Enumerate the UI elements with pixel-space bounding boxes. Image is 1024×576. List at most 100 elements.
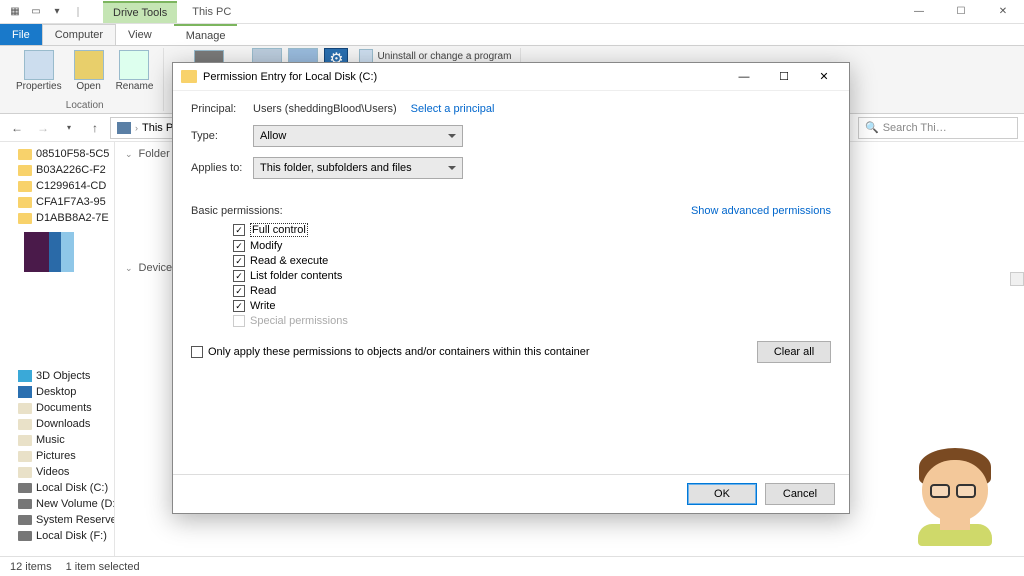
checkbox-only-apply[interactable]: Only apply these permissions to objects … xyxy=(191,346,590,358)
checkbox-write[interactable]: ✓Write xyxy=(233,300,831,312)
tree-item[interactable]: Documents xyxy=(0,400,114,416)
status-count: 12 items xyxy=(10,561,52,573)
tree-label: New Volume (D: xyxy=(36,498,115,510)
clear-all-button[interactable]: Clear all xyxy=(757,341,831,363)
recent-dropdown[interactable]: ▾ xyxy=(58,117,80,139)
window-title: This PC xyxy=(192,6,231,18)
show-advanced-link[interactable]: Show advanced permissions xyxy=(691,205,831,217)
videos-icon xyxy=(18,467,32,478)
tree-item[interactable]: Local Disk (C:) xyxy=(0,480,114,496)
tree-item[interactable]: Pictures xyxy=(0,448,114,464)
qat-properties-icon[interactable]: ▭ xyxy=(27,3,45,21)
tree-item[interactable]: Desktop xyxy=(0,384,114,400)
tab-file[interactable]: File xyxy=(0,24,42,45)
qat-separator: ｜ xyxy=(69,3,87,21)
rename-icon xyxy=(119,50,149,80)
tree-label: Pictures xyxy=(36,450,76,462)
group-label: Location xyxy=(66,100,104,111)
close-button[interactable]: ✕ xyxy=(982,0,1024,24)
principal-value: Users (sheddingBlood\Users) xyxy=(253,103,397,115)
search-icon: 🔍 xyxy=(865,121,879,134)
avatar xyxy=(910,442,1000,542)
checkbox-icon xyxy=(233,315,245,327)
checkbox-label: Only apply these permissions to objects … xyxy=(208,346,590,358)
search-input[interactable]: 🔍 Search Thi… xyxy=(858,117,1018,139)
tree-item[interactable]: CFA1F7A3-95 xyxy=(0,194,114,210)
drive-icon xyxy=(18,483,32,493)
tree-label: 3D Objects xyxy=(36,370,90,382)
tab-manage[interactable]: Manage xyxy=(174,24,238,45)
tree-label: Desktop xyxy=(36,386,76,398)
tree-item[interactable]: Videos xyxy=(0,464,114,480)
ok-button[interactable]: OK xyxy=(687,483,757,505)
checkbox-read[interactable]: ✓ Read xyxy=(233,285,831,297)
chevron-down-icon: ⌄ xyxy=(125,263,133,274)
tab-computer[interactable]: Computer xyxy=(42,24,116,45)
checkbox-full-control[interactable]: ✓Full control xyxy=(233,223,831,237)
tree-item[interactable]: Music xyxy=(0,432,114,448)
drive-icon xyxy=(18,531,32,541)
desktop-icon xyxy=(18,386,32,398)
tree-item[interactable]: D1ABB8A2-7E xyxy=(0,210,114,226)
tree-item[interactable]: Local Disk (F:) xyxy=(0,528,114,544)
pictures-icon xyxy=(18,451,32,462)
tree-item[interactable]: B03A226C-F2 xyxy=(0,162,114,178)
button-label: OK xyxy=(714,488,730,500)
pc-icon xyxy=(117,122,131,134)
dialog-close-button[interactable]: ✕ xyxy=(807,67,841,87)
tree-item[interactable]: New Volume (D: xyxy=(0,496,114,512)
qat-dropdown-icon[interactable]: ▾ xyxy=(48,3,66,21)
forward-button[interactable]: → xyxy=(32,117,54,139)
tree-item[interactable]: 08510F58-5C5 xyxy=(0,146,114,162)
permission-entry-dialog: Permission Entry for Local Disk (C:) — ☐… xyxy=(172,62,850,514)
navigation-pane[interactable]: 08510F58-5C5 B03A226C-F2 C1299614-CD CFA… xyxy=(0,142,115,556)
ribbon-rename[interactable]: Rename xyxy=(112,48,158,94)
contextual-tab-label: Drive Tools xyxy=(103,1,177,23)
checkbox-label: Full control xyxy=(250,223,308,237)
tree-item[interactable]: Downloads xyxy=(0,416,114,432)
checkbox-icon: ✓ xyxy=(233,285,245,297)
minimize-button[interactable]: — xyxy=(898,0,940,24)
status-bar: 12 items 1 item selected xyxy=(0,556,1024,576)
tree-item[interactable]: C1299614-CD xyxy=(0,178,114,194)
checkbox-label: Special permissions xyxy=(250,315,348,327)
folder-icon xyxy=(18,165,32,176)
tab-view[interactable]: View xyxy=(116,24,164,45)
tree-item[interactable]: System Reservec xyxy=(0,512,114,528)
properties-icon xyxy=(24,50,54,80)
checkbox-list-folder[interactable]: ✓List folder contents xyxy=(233,270,831,282)
up-button[interactable]: ↑ xyxy=(84,117,106,139)
ribbon-properties[interactable]: Properties xyxy=(12,48,66,94)
maximize-button[interactable]: ☐ xyxy=(940,0,982,24)
tree-label: Local Disk (C:) xyxy=(36,482,108,494)
checkbox-special: Special permissions xyxy=(233,315,831,327)
select-principal-link[interactable]: Select a principal xyxy=(411,103,495,115)
ribbon-mini-label: Uninstall or change a program xyxy=(377,51,511,62)
principal-label: Principal: xyxy=(191,103,253,115)
status-selection: 1 item selected xyxy=(66,561,140,573)
tree-label: C1299614-CD xyxy=(36,180,106,192)
tree-label: Videos xyxy=(36,466,69,478)
checkbox-label: Read xyxy=(250,285,276,297)
uninstall-icon xyxy=(359,49,373,63)
folder-icon xyxy=(181,70,197,83)
cancel-button[interactable]: Cancel xyxy=(765,483,835,505)
checkbox-read-execute[interactable]: ✓Read & execute xyxy=(233,255,831,267)
folder-icon xyxy=(18,213,32,224)
title-bar: ▦ ▭ ▾ ｜ Drive Tools This PC — ☐ ✕ xyxy=(0,0,1024,24)
type-combo[interactable]: Allow xyxy=(253,125,463,147)
back-button[interactable]: ← xyxy=(6,117,28,139)
applies-combo[interactable]: This folder, subfolders and files xyxy=(253,157,463,179)
ribbon-label: Rename xyxy=(116,81,154,92)
ribbon-open[interactable]: Open xyxy=(70,48,108,94)
tree-item[interactable]: 3D Objects xyxy=(0,368,114,384)
dialog-button-row: OK Cancel xyxy=(173,474,849,513)
open-icon xyxy=(74,50,104,80)
checkbox-icon: ✓ xyxy=(233,240,245,252)
checkbox-modify[interactable]: ✓Modify xyxy=(233,240,831,252)
scrollbar[interactable] xyxy=(1010,272,1024,286)
tree-label: 08510F58-5C5 xyxy=(36,148,109,160)
dialog-minimize-button[interactable]: — xyxy=(727,67,761,87)
dialog-maximize-button[interactable]: ☐ xyxy=(767,67,801,87)
dialog-titlebar[interactable]: Permission Entry for Local Disk (C:) — ☐… xyxy=(173,63,849,91)
